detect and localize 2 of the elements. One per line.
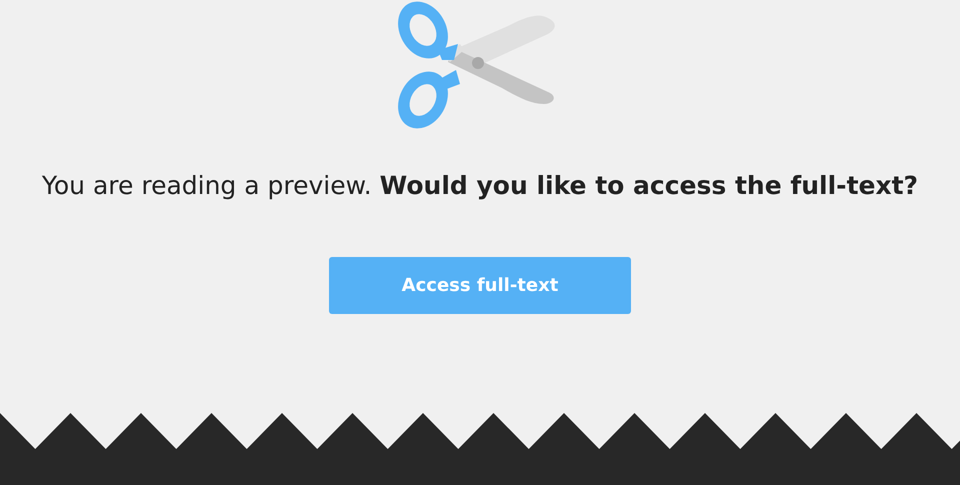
preview-message: You are reading a preview. Would you like to access the full-text?	[42, 170, 918, 202]
access-button[interactable]: Access full-text	[329, 257, 631, 314]
